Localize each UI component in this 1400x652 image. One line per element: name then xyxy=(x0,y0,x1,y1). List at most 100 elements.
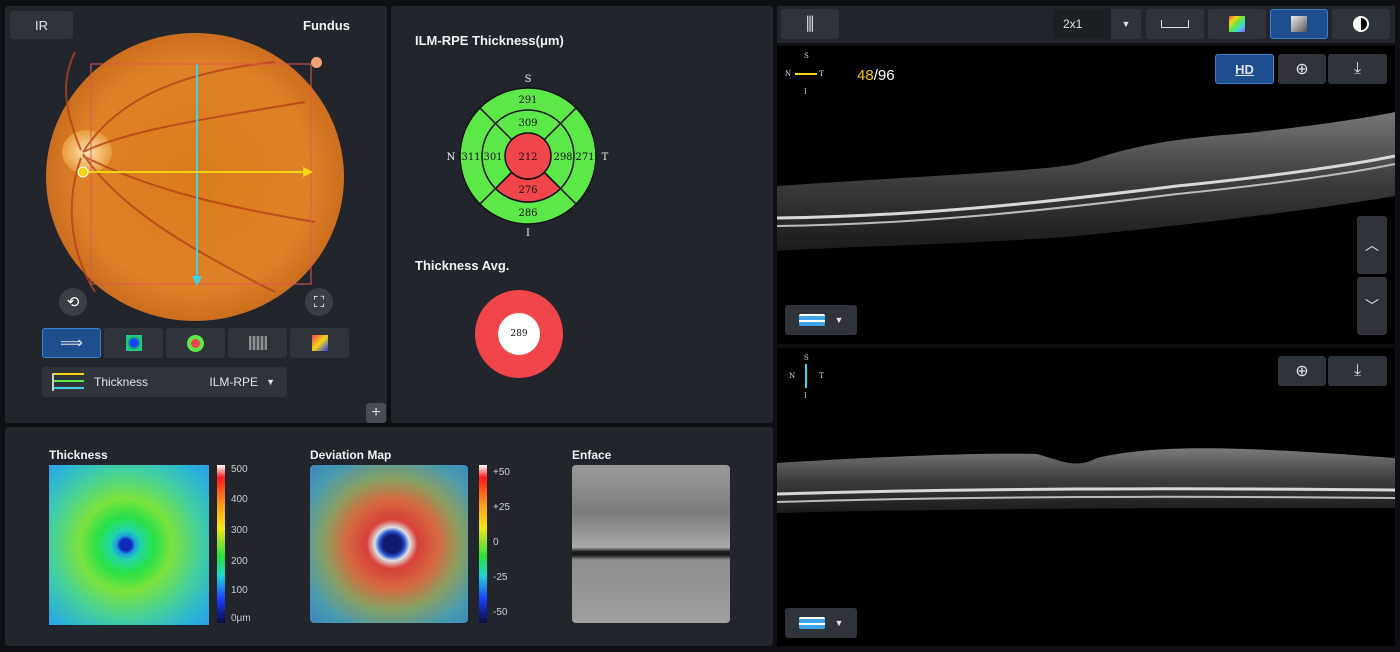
orient-n: N xyxy=(447,152,456,163)
thickness-scale-400: 400 xyxy=(231,494,248,505)
val-inner-superior: 309 xyxy=(518,118,537,129)
deviation-map-button[interactable] xyxy=(290,328,349,358)
thickness-scale-200: 200 xyxy=(231,556,248,567)
download-button-top[interactable]: ⤓ xyxy=(1328,54,1387,84)
val-inner-inferior: 276 xyxy=(518,185,537,196)
caliper-icon xyxy=(1161,20,1189,28)
deviation-scale-0: 0 xyxy=(493,537,499,548)
thickness-avg-title: Thickness Avg. xyxy=(415,258,510,273)
layer-selector-label: Thickness xyxy=(94,375,149,389)
enface-grid-button[interactable] xyxy=(228,328,287,358)
val-inner-temporal: 298 xyxy=(553,152,572,163)
layer-view-dropdown-top[interactable]: ▼ xyxy=(785,305,857,335)
etdrs-grid-icon xyxy=(187,334,204,352)
thickness-scale-bar xyxy=(217,465,225,623)
download-icon: ⤓ xyxy=(1353,362,1362,379)
color-palette-button[interactable] xyxy=(1208,9,1266,39)
zoom-in-icon: ⊕ xyxy=(1295,363,1309,380)
slice-current: 48 xyxy=(857,67,874,84)
invert-button[interactable] xyxy=(1332,9,1390,39)
slice-down-button[interactable]: ﹀ xyxy=(1357,277,1387,335)
thickness-scale-500: 500 xyxy=(231,464,248,475)
etdrs-grid-button[interactable] xyxy=(166,328,225,358)
deviation-map-icon xyxy=(311,335,328,351)
thickness-map-icon xyxy=(125,335,142,351)
grayscale-button[interactable] xyxy=(1270,9,1328,39)
fit-view-button[interactable]: ⛶ xyxy=(305,288,333,316)
layout-caret-box: ▼ xyxy=(1111,9,1141,39)
orient-s: S xyxy=(525,74,532,85)
layers-icon xyxy=(798,314,825,326)
etdrs-chart: S I N T 291 309 311 301 212 298 271 276 … xyxy=(447,74,609,239)
layer-selector-value: ILM-RPE xyxy=(209,375,259,389)
rotate-button[interactable]: ⟲ xyxy=(59,288,87,316)
caliper-button[interactable] xyxy=(1146,9,1204,39)
orientation-mini-bottom: S N T I xyxy=(785,352,825,400)
layout-value: 2x1 xyxy=(1063,17,1083,31)
hd-label: HD xyxy=(1235,61,1254,77)
thickness-scale-300: 300 xyxy=(231,525,248,536)
caret-down-icon: ▼ xyxy=(834,618,844,628)
mini-t: T xyxy=(819,372,824,380)
mini-n: N xyxy=(785,70,792,78)
etdrs-panel: ILM-RPE Thickness(μm) S I N T 291 309 31… xyxy=(391,6,773,423)
hd-button[interactable]: HD xyxy=(1215,54,1274,84)
val-outer-superior: 291 xyxy=(518,95,537,106)
add-button[interactable]: + xyxy=(366,403,386,423)
mini-i: I xyxy=(804,88,807,96)
deviation-map-image[interactable] xyxy=(310,465,468,623)
layer-selector[interactable]: Thickness ILM-RPE ▼ xyxy=(42,367,287,397)
bscan-bottom-image[interactable] xyxy=(777,348,1395,646)
bscan-top-panel: S N T I 48/96 HD ⊕ ⤓ ︿ ﹀ ▼ xyxy=(777,46,1395,344)
invert-icon xyxy=(1353,16,1369,32)
thickness-scale-0: 0μm xyxy=(231,613,251,624)
right-toolbar: ⫼ 2x1 ▼ xyxy=(777,6,1395,43)
bscan-top-image[interactable] xyxy=(777,46,1395,344)
slice-up-button[interactable]: ︿ xyxy=(1357,216,1387,274)
mini-yellow-arrow xyxy=(795,73,817,75)
layer-lines-icon xyxy=(52,373,84,391)
thickness-scale-100: 100 xyxy=(231,585,248,596)
caret-down-icon: ▼ xyxy=(266,377,275,387)
val-outer-nasal: 311 xyxy=(461,152,480,163)
mini-t: T xyxy=(819,70,824,78)
download-icon: ⤓ xyxy=(1353,60,1362,77)
fundus-panel: IR Fundus ⟲ ⛶ ⟹ Thickness ILM-RPE ▼ + xyxy=(5,6,387,423)
chevron-down-icon: ﹀ xyxy=(1365,298,1379,314)
adjust-button[interactable]: ⫼ xyxy=(781,9,839,39)
maps-panel: Thickness 500 400 300 200 100 0μm Deviat… xyxy=(5,427,773,646)
val-center: 212 xyxy=(518,152,537,163)
enface-grid-icon xyxy=(248,336,267,350)
mini-s: S xyxy=(804,52,809,60)
enface-image[interactable] xyxy=(572,465,730,623)
deviation-scale-minus50: -50 xyxy=(493,607,508,618)
deviation-map-title: Deviation Map xyxy=(310,448,392,462)
zoom-button-bottom[interactable]: ⊕ xyxy=(1278,356,1326,386)
caret-down-icon: ▼ xyxy=(834,315,844,325)
thickness-avg-center: 289 xyxy=(498,313,540,355)
layer-view-dropdown-bottom[interactable]: ▼ xyxy=(785,608,857,638)
arrow-right-icon: ⟹ xyxy=(60,335,83,352)
line-scan-button[interactable]: ⟹ xyxy=(42,328,101,358)
fundus-image[interactable] xyxy=(45,32,345,322)
bscan-bottom-panel: S N T I ⊕ ⤓ ▼ xyxy=(777,348,1395,646)
thickness-avg-value: 289 xyxy=(510,329,528,339)
deviation-scale-bar xyxy=(479,465,487,623)
chevron-up-icon: ︿ xyxy=(1365,237,1379,253)
zoom-in-icon: ⊕ xyxy=(1295,61,1309,78)
val-outer-temporal: 271 xyxy=(575,152,594,163)
zoom-button-top[interactable]: ⊕ xyxy=(1278,54,1326,84)
thickness-map-image[interactable] xyxy=(49,465,209,625)
mini-n: N xyxy=(789,372,796,380)
thickness-map-button[interactable] xyxy=(104,328,163,358)
orientation-mini-top: S N T I xyxy=(785,50,825,96)
layout-select[interactable]: 2x1 ▼ xyxy=(1053,9,1141,39)
deviation-scale-plus25: +25 xyxy=(493,502,510,513)
val-outer-inferior: 286 xyxy=(518,208,537,219)
val-inner-nasal: 301 xyxy=(483,152,502,163)
enface-title: Enface xyxy=(572,448,612,462)
mini-cyan-arrow xyxy=(805,364,807,388)
download-button-bottom[interactable]: ⤓ xyxy=(1328,356,1387,386)
grayscale-icon xyxy=(1291,16,1307,32)
layers-icon xyxy=(798,617,825,629)
